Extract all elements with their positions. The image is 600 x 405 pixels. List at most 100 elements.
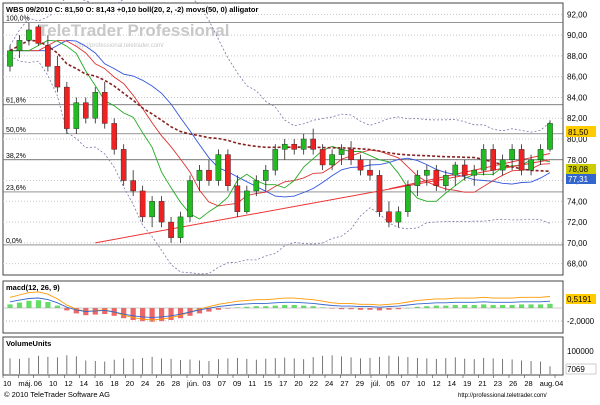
x-tick-label: 28 bbox=[172, 379, 180, 388]
candle-body bbox=[414, 175, 421, 186]
macd-bar bbox=[26, 300, 32, 308]
x-tick-label: 11 bbox=[248, 379, 256, 388]
candle-body bbox=[518, 149, 525, 171]
x-tick-label: 20 bbox=[294, 379, 302, 388]
candle-body bbox=[111, 123, 118, 150]
candle-body bbox=[35, 26, 42, 44]
x-tick-label: máj. bbox=[18, 379, 32, 388]
x-tick-label: 10 bbox=[3, 379, 11, 388]
x-tick-label: 23 bbox=[494, 379, 502, 388]
price-tick-label: 74,00 bbox=[567, 197, 588, 206]
x-tick-label: 17 bbox=[279, 379, 287, 388]
macd-bar bbox=[528, 304, 534, 308]
candle-body bbox=[433, 169, 440, 186]
macd-bar bbox=[121, 308, 127, 319]
x-tick-label: 12 bbox=[432, 379, 440, 388]
macd-bar bbox=[45, 302, 51, 308]
macd-bar bbox=[301, 305, 307, 308]
candle-body bbox=[120, 149, 127, 181]
macd-bar bbox=[443, 305, 449, 308]
x-tick-label: 27 bbox=[340, 379, 348, 388]
candle-body bbox=[300, 138, 307, 150]
candle-body bbox=[480, 149, 487, 171]
price-y-axis: 92,0090,0088,0086,0084,0082,0080,0078,00… bbox=[567, 10, 588, 268]
candle-body bbox=[26, 29, 32, 41]
last-price-label: 81,50 bbox=[568, 128, 589, 137]
x-tick-label: 20 bbox=[126, 379, 134, 388]
candle-body bbox=[130, 180, 136, 192]
volume-title: VolumeUnits bbox=[6, 339, 51, 348]
fib-label: 61,8% bbox=[6, 98, 26, 105]
level-marker-1: 78,08 bbox=[566, 164, 596, 174]
price-tick-label: 72,00 bbox=[567, 218, 588, 227]
macd-bar bbox=[35, 300, 42, 308]
macd-bar bbox=[263, 306, 269, 308]
macd-bar bbox=[215, 308, 222, 310]
price-tick-label: 78,00 bbox=[567, 156, 588, 165]
macd-bar bbox=[7, 304, 13, 308]
price-tick-label: 90,00 bbox=[567, 31, 588, 40]
candle-body bbox=[471, 169, 478, 176]
candle-body bbox=[348, 149, 354, 160]
x-tick-label: 29 bbox=[356, 379, 364, 388]
macd-tick-1: 0,5191 bbox=[567, 295, 592, 304]
candle-body bbox=[376, 175, 383, 212]
x-tick-label: 07 bbox=[218, 379, 226, 388]
macd-bar bbox=[272, 305, 278, 308]
macd-bar bbox=[462, 305, 468, 308]
x-tick-label: 07 bbox=[402, 379, 410, 388]
candle-body bbox=[234, 185, 241, 212]
macd-bar bbox=[177, 308, 184, 319]
candle-body bbox=[338, 149, 345, 155]
footer-copyright: © 2010 TeleTrader Software AG bbox=[4, 390, 110, 399]
watermark-brand: TeleTrader Professional bbox=[38, 21, 229, 40]
x-tick-label: 26 bbox=[509, 379, 517, 388]
candle-body bbox=[262, 169, 269, 181]
candle-body bbox=[395, 211, 402, 223]
macd-bar bbox=[54, 305, 60, 308]
macd-bar bbox=[433, 305, 439, 308]
last-price-marker: 81,50 bbox=[566, 126, 596, 137]
candle-body bbox=[509, 149, 515, 160]
macd-bar bbox=[64, 308, 70, 311]
macd-bar bbox=[310, 306, 316, 308]
macd-title: macd(12, 26, 9) bbox=[6, 283, 60, 292]
x-tick-label: 15 bbox=[264, 379, 272, 388]
candle-body bbox=[168, 221, 174, 238]
macd-bar bbox=[367, 308, 373, 310]
candle-body bbox=[215, 154, 222, 181]
macd-bar bbox=[386, 308, 392, 310]
candle-body bbox=[64, 86, 70, 129]
level-marker-2: 77,31 bbox=[566, 174, 596, 184]
x-tick-label: 04 bbox=[555, 379, 563, 388]
price-tick-label: 92,00 bbox=[567, 10, 588, 19]
price-tick-label: 84,00 bbox=[567, 93, 588, 102]
volume-tick-2: 7069 bbox=[567, 365, 585, 374]
candle-body bbox=[225, 154, 231, 186]
candle-body bbox=[461, 164, 468, 176]
x-tick-label: júl. bbox=[370, 379, 381, 388]
macd-bar bbox=[481, 304, 487, 308]
candle-body bbox=[253, 180, 260, 192]
candle-body bbox=[45, 45, 51, 67]
volume-panel-frame bbox=[2, 336, 564, 376]
candle-body bbox=[424, 169, 430, 176]
macd-bar bbox=[509, 305, 515, 308]
price-tick-label: 68,00 bbox=[567, 260, 588, 269]
candle-body bbox=[196, 169, 203, 181]
price-tick-label: 86,00 bbox=[567, 73, 588, 82]
chart-canvas: 92,0090,0088,0086,0084,0082,0080,0078,00… bbox=[2, 0, 597, 399]
x-tick-label: aug. bbox=[540, 379, 555, 388]
candle-body bbox=[490, 149, 496, 171]
macd-bar bbox=[376, 308, 383, 311]
x-tick-label: 21 bbox=[478, 379, 486, 388]
candle-body bbox=[547, 123, 553, 150]
x-axis: 10 máj. 06 10 12 14 16 18 20 24 26 28 jún. 03 07 09 11 15… bbox=[2, 375, 563, 388]
fib-label: 38,2% bbox=[6, 153, 26, 160]
candle-body bbox=[537, 149, 544, 160]
candle-body bbox=[177, 216, 184, 238]
x-tick-label: 18 bbox=[110, 379, 118, 388]
macd-bar bbox=[500, 305, 506, 308]
level-1-label: 78,08 bbox=[568, 165, 589, 174]
candle-body bbox=[310, 138, 316, 150]
